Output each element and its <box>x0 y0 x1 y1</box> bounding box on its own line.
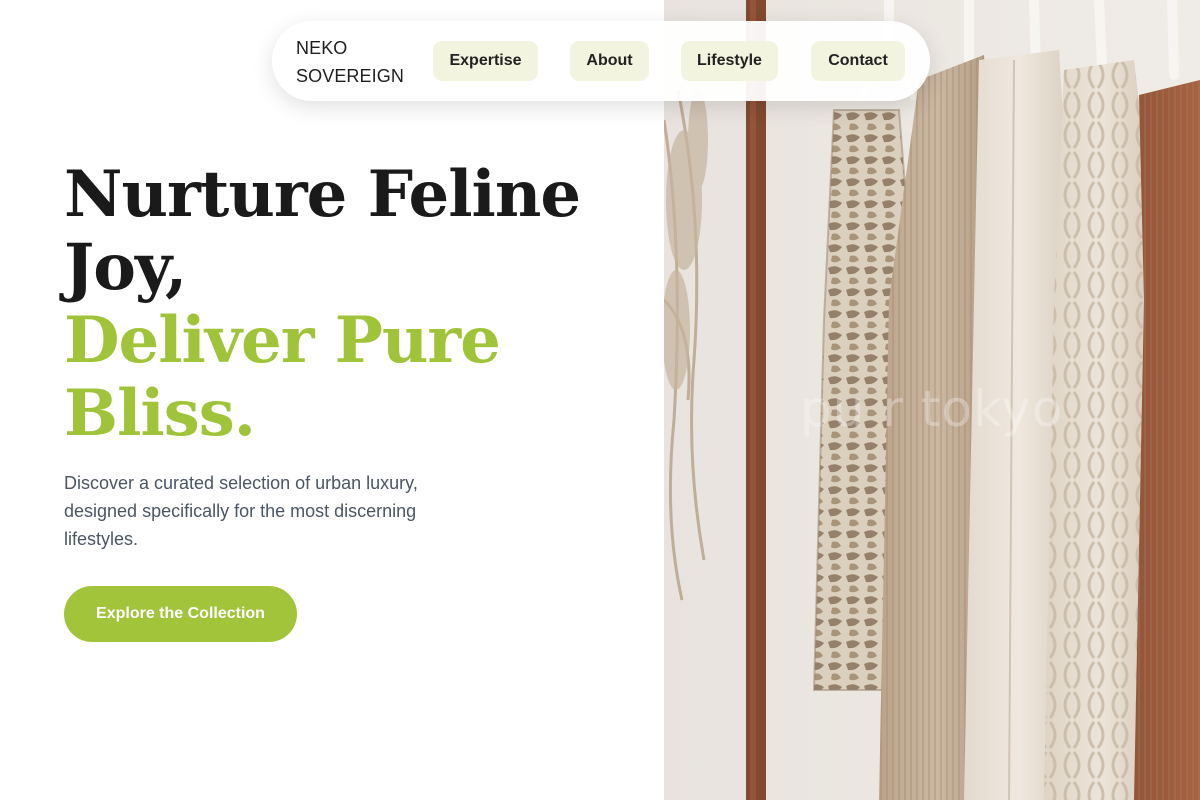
brand-line-1: NEKO <box>296 38 348 58</box>
hero-headline: Nurture Feline Joy, Deliver Pure Bliss. <box>64 158 624 450</box>
headline-accent-line-2: Bliss. <box>64 376 256 451</box>
nav-link-about[interactable]: About <box>570 41 649 81</box>
headline-dark-line-2: Joy, <box>64 230 187 305</box>
headline-dark-line-1: Nurture Feline <box>64 157 581 232</box>
nav-link-lifestyle[interactable]: Lifestyle <box>681 41 778 81</box>
nav-link-contact[interactable]: Contact <box>811 41 905 81</box>
top-nav: NEKO SOVEREIGN Expertise About Lifestyle… <box>272 21 930 101</box>
hero-subtitle: Discover a curated selection of urban lu… <box>64 473 418 549</box>
hero-image-clothing-rack <box>664 0 1200 800</box>
brand-logo[interactable]: NEKO SOVEREIGN <box>296 34 404 90</box>
nav-link-expertise[interactable]: Expertise <box>433 41 538 81</box>
brand-line-2: SOVEREIGN <box>296 66 404 86</box>
headline-accent-line-1: Deliver Pure <box>64 303 501 378</box>
explore-collection-button[interactable]: Explore the Collection <box>64 586 297 642</box>
